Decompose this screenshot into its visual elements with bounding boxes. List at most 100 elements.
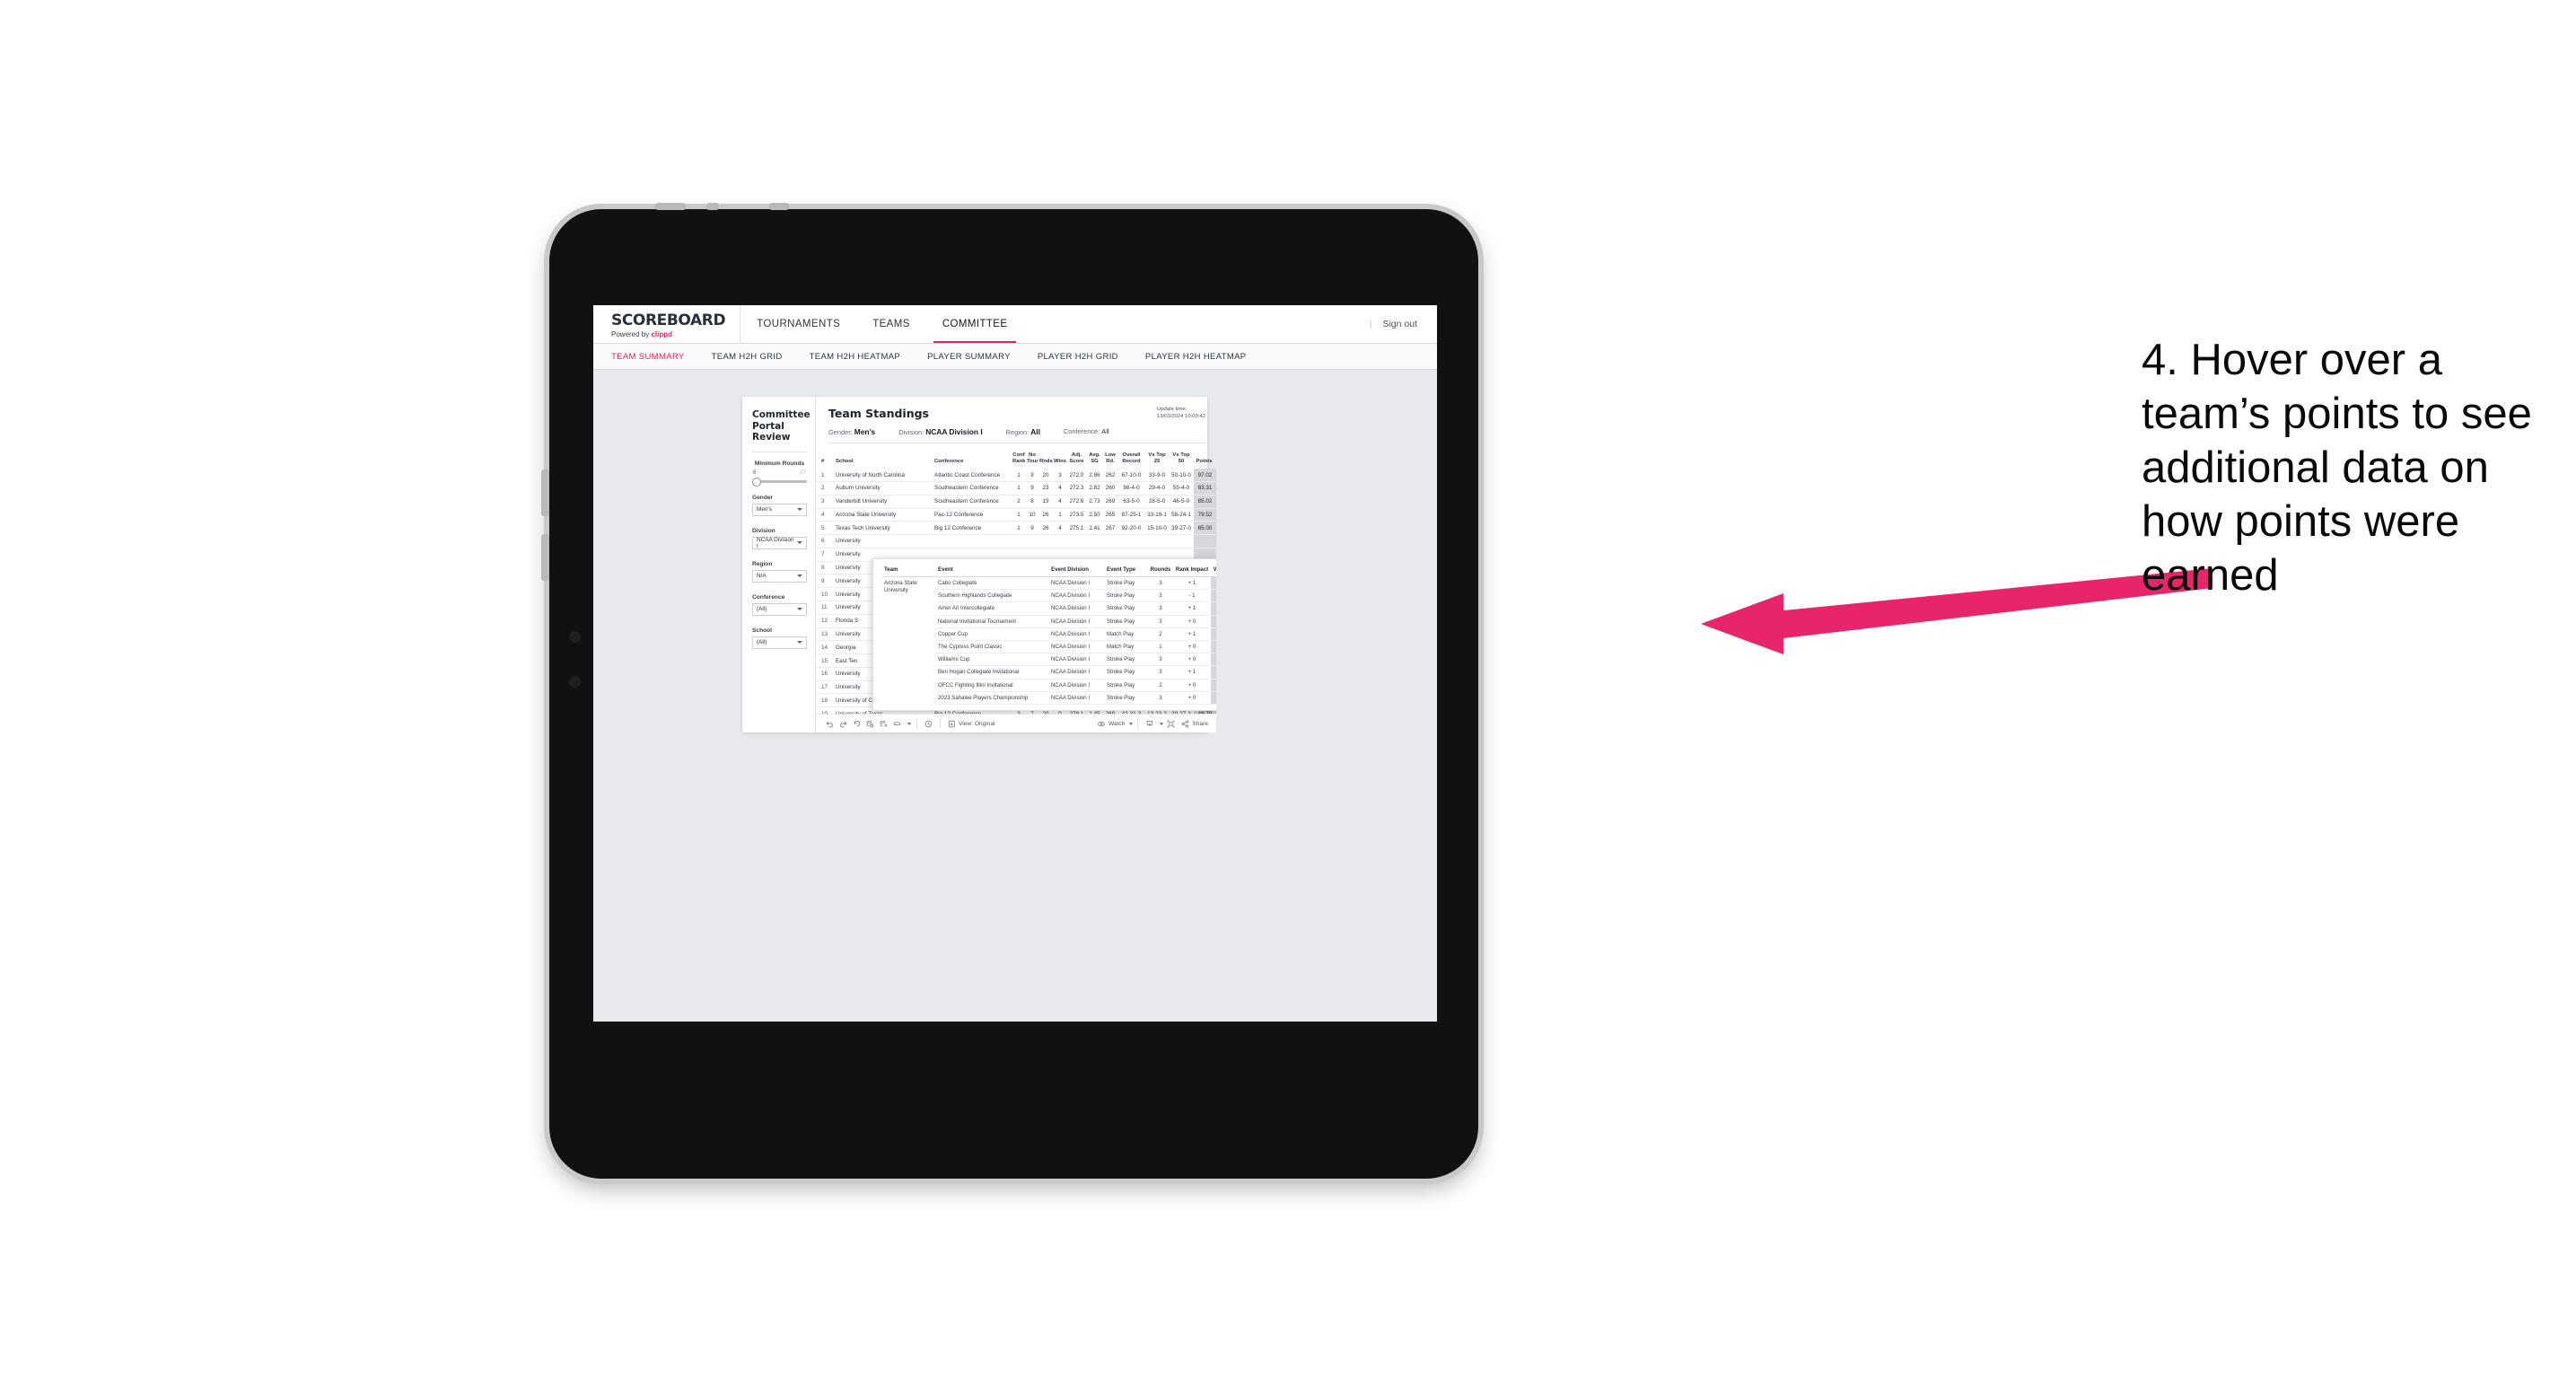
school-select[interactable]: (All) (752, 636, 807, 649)
conference-select[interactable]: (All) (752, 602, 807, 616)
fullscreen-icon[interactable] (1164, 720, 1178, 728)
tooltip-cell: + 1 (1173, 627, 1211, 641)
power-button[interactable] (655, 203, 686, 210)
table-row[interactable]: 2 Auburn University Southeastern Conferenc… (816, 481, 1216, 496)
refresh-data-icon[interactable] (863, 720, 877, 728)
standings-header: Team Standings Update time: 13/03/2024 1… (816, 397, 1216, 443)
table-cell: Texas Tech University (830, 521, 929, 536)
summary-gender-label: Gender: (828, 428, 853, 436)
update-time-value: 13/03/2024 10:03:42 (1156, 414, 1205, 419)
view-original-button[interactable]: View: Original (948, 720, 995, 728)
volume-down-button[interactable] (541, 534, 549, 581)
watch-button[interactable]: Watch (1097, 720, 1134, 728)
table-cell: 16 (816, 667, 830, 681)
volume-up-button[interactable] (541, 469, 549, 516)
col-conf-rank[interactable]: Conf Rank (1012, 443, 1026, 469)
undo-icon[interactable] (823, 720, 837, 728)
division-label: Division (752, 527, 775, 534)
col-school[interactable]: School (830, 443, 929, 469)
table-cell: 9 (1026, 481, 1038, 496)
col-vs-top-25[interactable]: Vs Top 25 (1145, 443, 1169, 469)
tooltip-cell: NCAA Division I (1049, 653, 1105, 667)
tab-team-summary[interactable]: TEAM SUMMARY (611, 352, 699, 362)
table-cell (1169, 534, 1194, 548)
conference-label: Conference (752, 593, 785, 601)
col-rank[interactable]: # (816, 443, 830, 469)
brand-logo[interactable]: SCOREBOARD Powered by clippd (593, 305, 741, 343)
tab-team-h2h-grid[interactable]: TEAM H2H GRID (712, 352, 797, 362)
tooltip-cell: 3 (1148, 653, 1173, 667)
pause-auto-update-icon[interactable] (922, 720, 935, 728)
table-row[interactable]: 1 University of North Carolina Atlantic Co… (816, 469, 1216, 482)
cell-points[interactable]: 97.02 (1194, 469, 1216, 482)
col-rnds[interactable]: Rnds (1038, 443, 1053, 469)
gender-select[interactable]: Men’s (752, 503, 807, 516)
tab-player-h2h-grid[interactable]: PLAYER H2H GRID (1038, 352, 1133, 362)
summary-conference: Conference: All (1064, 427, 1109, 436)
table-cell: 4 (1053, 495, 1067, 509)
nav-item-tournaments[interactable]: TOURNAMENTS (740, 305, 856, 343)
tab-team-h2h-heatmap[interactable]: TEAM H2H HEATMAP (810, 352, 916, 362)
tooltip-cell: 3 (1148, 576, 1173, 591)
tab-player-h2h-heatmap[interactable]: PLAYER H2H HEATMAP (1145, 352, 1261, 362)
slider-min-value: 6 (753, 469, 757, 476)
table-cell (1012, 534, 1026, 548)
table-header-row: # School Conference Conf Rank No Tour Rn… (816, 443, 1216, 469)
app-sub-nav: TEAM SUMMARY TEAM H2H GRID TEAM H2H HEAT… (593, 344, 1437, 370)
col-no-tour[interactable]: No Tour (1026, 443, 1038, 469)
table-cell: 33-19-1 (1145, 508, 1169, 522)
region-select[interactable]: N/A (752, 569, 807, 583)
revert-icon[interactable] (850, 720, 863, 728)
table-cell: University of North Carolina (830, 469, 929, 482)
col-avg-sg[interactable]: Avg. SG (1086, 443, 1103, 469)
redo-icon[interactable] (837, 720, 850, 728)
col-low-rd[interactable]: Low Rd. (1103, 443, 1117, 469)
col-overall-record[interactable]: Overall Record (1117, 443, 1145, 469)
nav-item-teams[interactable]: TEAMS (856, 305, 926, 343)
download-icon[interactable] (1143, 720, 1156, 728)
division-select[interactable]: NCAA Division I (752, 536, 807, 549)
table-cell: 4 (1053, 481, 1067, 496)
table-cell (929, 534, 1012, 548)
region-value: N/A (757, 573, 767, 579)
sign-out-link[interactable]: Sign out (1382, 319, 1417, 329)
cell-points[interactable]: 65.00 (1194, 521, 1216, 536)
table-row[interactable]: 6 University (816, 534, 1216, 548)
cell-points[interactable] (1194, 534, 1216, 548)
table-row[interactable]: 3 Vanderbilt University Southeastern Confe… (816, 495, 1216, 509)
col-adj-score[interactable]: Adj. Score (1067, 443, 1086, 469)
minimum-rounds-slider[interactable] (752, 478, 807, 487)
table-cell: 1 (1053, 508, 1067, 522)
cell-points[interactable]: 93.31 (1194, 481, 1216, 496)
pause-data-icon[interactable] (877, 720, 890, 728)
tooltip-w-points: 78.51 (1211, 691, 1216, 705)
col-conference[interactable]: Conference (929, 443, 1012, 469)
table-row[interactable]: 5 Texas Tech University Big 12 Conference 1… (816, 521, 1216, 536)
table-cell: 2 (816, 481, 830, 496)
slider-handle[interactable] (752, 478, 761, 487)
table-cell: 2.50 (1086, 508, 1103, 522)
col-vs-top-50[interactable]: Vs Top 50 (1169, 443, 1194, 469)
presentation-mode-icon[interactable] (890, 720, 904, 728)
presentation-dropdown-icon[interactable] (904, 722, 912, 725)
download-dropdown-icon[interactable] (1156, 722, 1164, 725)
col-points[interactable]: Points (1194, 443, 1216, 469)
table-cell: 14 (816, 640, 830, 655)
region-filter: Region N/A (752, 561, 807, 583)
summary-region: Region: All (1006, 427, 1040, 436)
tooltip-cell: 3 (1148, 589, 1173, 603)
table-cell (1145, 534, 1169, 548)
tooltip-w-points: 56.66 (1211, 653, 1216, 667)
table-row[interactable]: 4 Arizona State University Pac-12 Conferen… (816, 508, 1216, 522)
tooltip-cell: + 0 (1173, 615, 1211, 628)
col-wins[interactable]: Wins (1053, 443, 1067, 469)
cell-points[interactable]: 79.52 (1194, 508, 1216, 522)
nav-item-committee[interactable]: COMMITTEE (926, 305, 1024, 343)
chevron-down-icon (797, 541, 802, 544)
tab-player-summary[interactable]: PLAYER SUMMARY (927, 352, 1025, 362)
cell-points[interactable]: 85.02 (1194, 495, 1216, 509)
tooltip-cell: Williams Cup (936, 653, 1049, 667)
tooltip-w-points: 42.73 (1211, 627, 1216, 641)
table-cell: 2.73 (1086, 495, 1103, 509)
share-button[interactable]: Share (1181, 719, 1208, 728)
